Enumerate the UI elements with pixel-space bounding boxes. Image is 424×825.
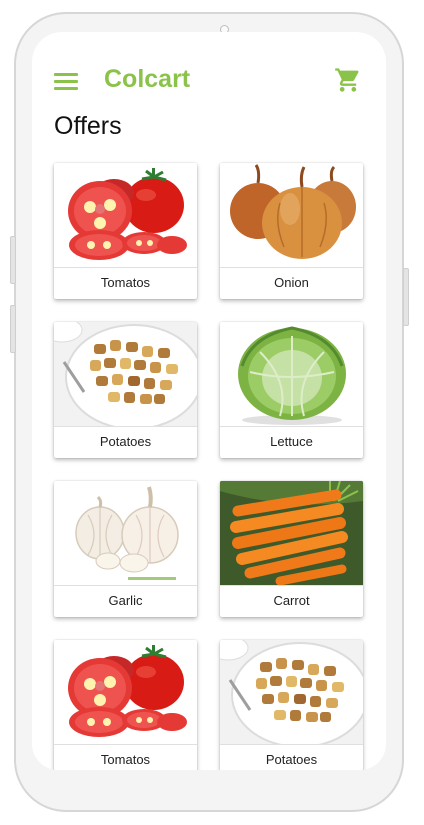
potatoes-image xyxy=(54,322,197,426)
product-card[interactable]: Tomatos xyxy=(54,163,197,299)
onion-image xyxy=(220,163,363,267)
lettuce-image xyxy=(220,322,363,426)
app-screen: Colcart Offers Tomatos Onion Potatoes Le… xyxy=(32,32,386,770)
phone-side-button xyxy=(403,268,409,326)
product-card[interactable]: Tomatos xyxy=(54,640,197,770)
hamburger-menu-icon[interactable] xyxy=(54,73,78,91)
product-name: Lettuce xyxy=(220,426,363,458)
product-card[interactable]: Potatoes xyxy=(220,640,363,770)
shopping-cart-icon[interactable] xyxy=(334,66,362,94)
product-name: Garlic xyxy=(54,585,197,617)
product-name: Potatoes xyxy=(220,744,363,770)
product-name: Tomatos xyxy=(54,267,197,299)
tomato-image xyxy=(54,163,197,267)
potatoes-image xyxy=(220,640,363,744)
product-card[interactable]: Potatoes xyxy=(54,322,197,458)
product-card[interactable]: Carrot xyxy=(220,481,363,617)
garlic-image xyxy=(54,481,197,585)
product-card[interactable]: Onion xyxy=(220,163,363,299)
phone-side-button xyxy=(10,305,16,353)
product-name: Tomatos xyxy=(54,744,197,770)
product-card[interactable]: Garlic xyxy=(54,481,197,617)
product-name: Potatoes xyxy=(54,426,197,458)
product-card[interactable]: Lettuce xyxy=(220,322,363,458)
product-name: Onion xyxy=(220,267,363,299)
carrot-image xyxy=(220,481,363,585)
phone-side-button xyxy=(10,236,16,284)
product-name: Carrot xyxy=(220,585,363,617)
tomato-image xyxy=(54,640,197,744)
page-title: Offers xyxy=(54,112,122,140)
app-title: Colcart xyxy=(104,65,191,93)
